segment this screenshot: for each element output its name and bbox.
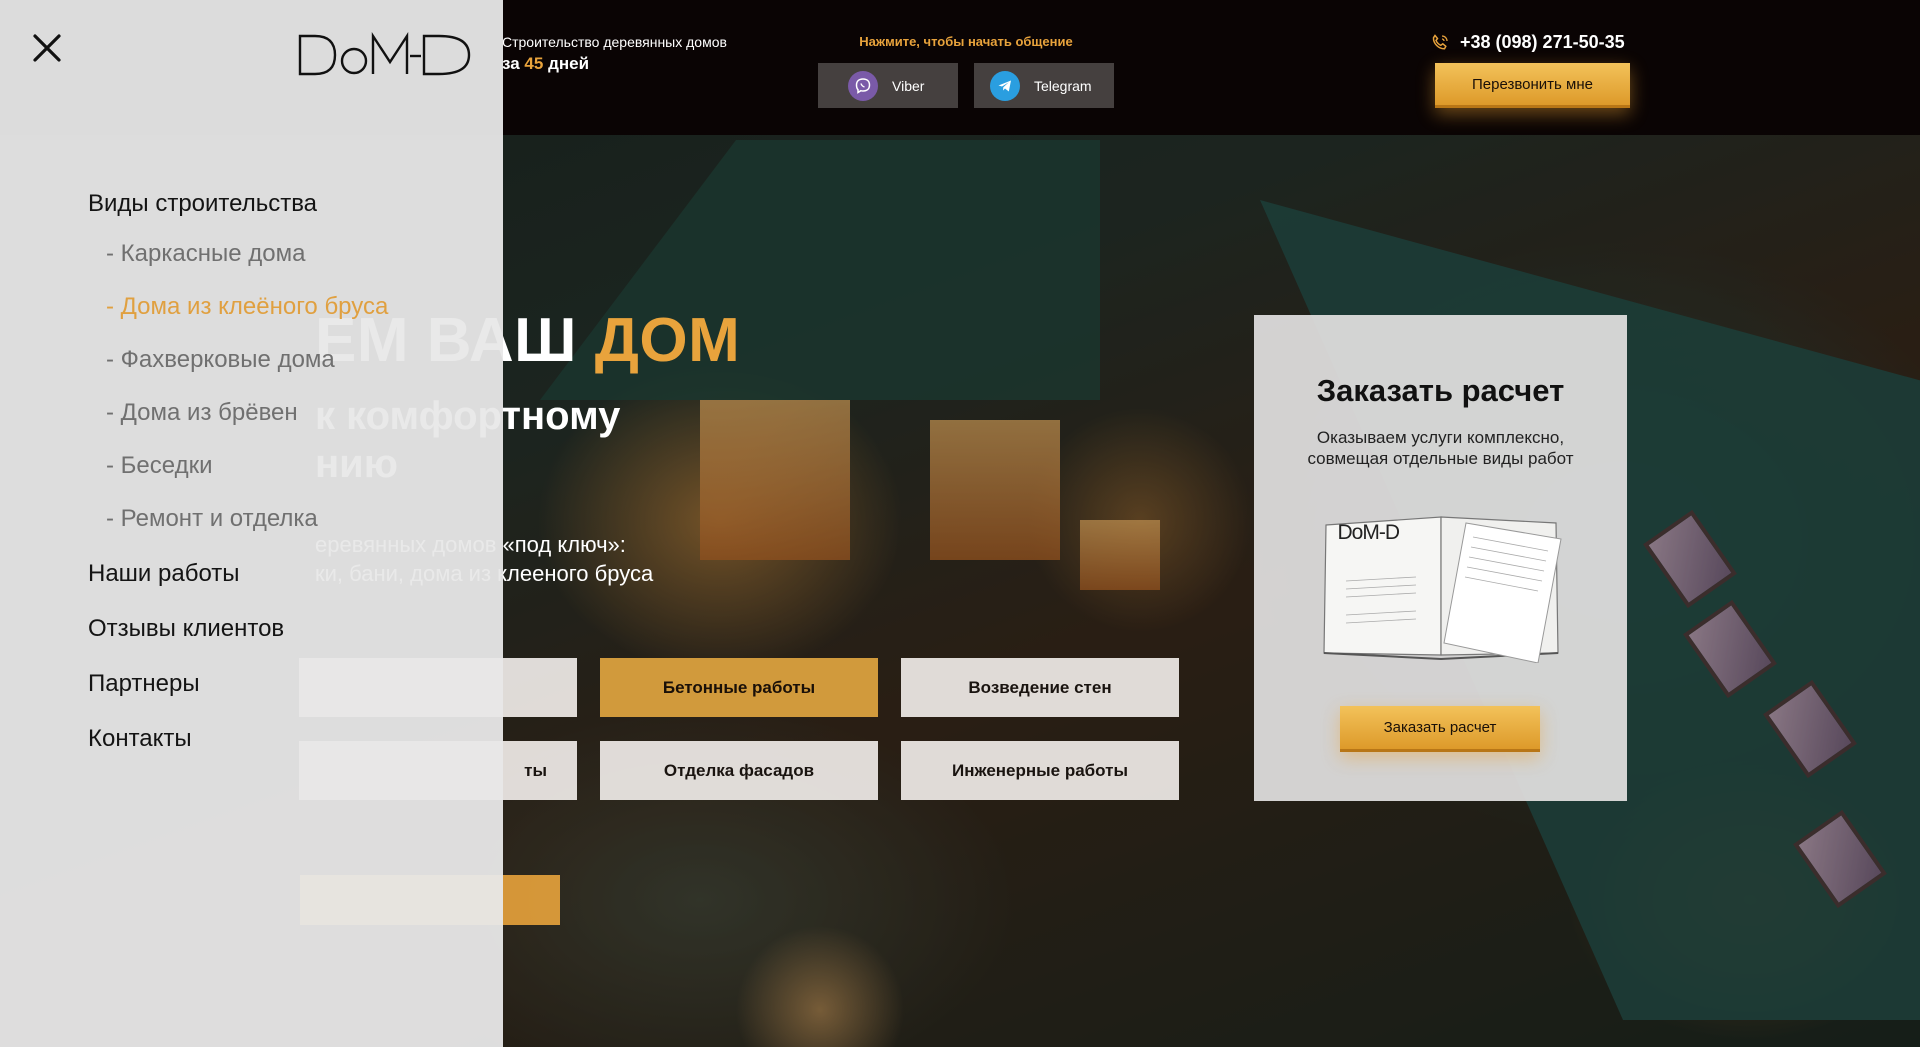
service-concrete-button[interactable]: Бетонные работы (600, 658, 878, 717)
viber-button[interactable]: Viber (818, 63, 958, 108)
tagline-suffix: дней (548, 54, 590, 73)
tagline-line1: Строительство деревянных домов (502, 34, 727, 50)
order-card-title: Заказать расчет (1316, 373, 1565, 408)
close-icon[interactable] (29, 30, 65, 66)
logo[interactable] (297, 30, 472, 85)
order-calculation-card: Заказать расчет Оказываем услуги комплек… (1254, 315, 1627, 801)
telegram-icon (990, 70, 1020, 101)
contact-prompt: Нажмите, чтобы начать общение (859, 34, 1073, 49)
service-facade-button[interactable]: Отделка фасадов (600, 741, 878, 800)
telegram-button[interactable]: Telegram (974, 63, 1114, 108)
menu-item-glued-timber-houses[interactable]: - Дома из клеёного бруса (106, 293, 388, 321)
callback-button[interactable]: Перезвонить мне (1435, 63, 1630, 108)
menu-section-reviews[interactable]: Отзывы клиентов (88, 615, 388, 643)
menu-item-frame-houses[interactable]: - Каркасные дома (106, 240, 388, 268)
order-card-text: Оказываем услуги комплексно, совмещая от… (1307, 428, 1574, 468)
main-menu: Виды строительства - Каркасные дома - До… (88, 190, 388, 753)
phone-icon (1430, 33, 1450, 53)
order-calculation-button[interactable]: Заказать расчет (1340, 706, 1540, 752)
hero-title-accent: ДОМ (594, 306, 741, 375)
tagline: Строительство деревянных домов за 45 дне… (502, 34, 727, 74)
menu-item-half-timbered-houses[interactable]: - Фахверковые дома (106, 346, 388, 374)
menu-item-log-houses[interactable]: - Дома из брёвен (106, 399, 388, 427)
menu-section-our-works[interactable]: Наши работы (88, 560, 388, 588)
menu-item-repair-finishing[interactable]: - Ремонт и отделка (106, 505, 388, 533)
catalog-book-image: DoM-D (1316, 503, 1566, 664)
service-walls-button[interactable]: Возведение стен (901, 658, 1179, 717)
contact-block: Нажмите, чтобы начать общение (818, 34, 1114, 49)
menu-section-contacts[interactable]: Контакты (88, 725, 388, 753)
tagline-prefix: за (502, 54, 520, 73)
tagline-number: 45 (524, 54, 544, 73)
tagline-line2: за 45 дней (502, 54, 727, 74)
phone-number[interactable]: +38 (098) 271-50-35 (1430, 32, 1625, 53)
book-logo: DoM-D (1337, 521, 1400, 544)
side-menu-panel: Виды строительства - Каркасные дома - До… (0, 0, 503, 1047)
menu-item-gazebos[interactable]: - Беседки (106, 452, 388, 480)
service-engineering-button[interactable]: Инженерные работы (901, 741, 1179, 800)
telegram-label: Telegram (1034, 77, 1092, 94)
viber-label: Viber (892, 77, 925, 94)
viber-icon (848, 70, 878, 101)
menu-section-partners[interactable]: Партнеры (88, 670, 388, 698)
phone-text: +38 (098) 271-50-35 (1460, 32, 1625, 52)
menu-section-construction-types[interactable]: Виды строительства (88, 190, 388, 218)
